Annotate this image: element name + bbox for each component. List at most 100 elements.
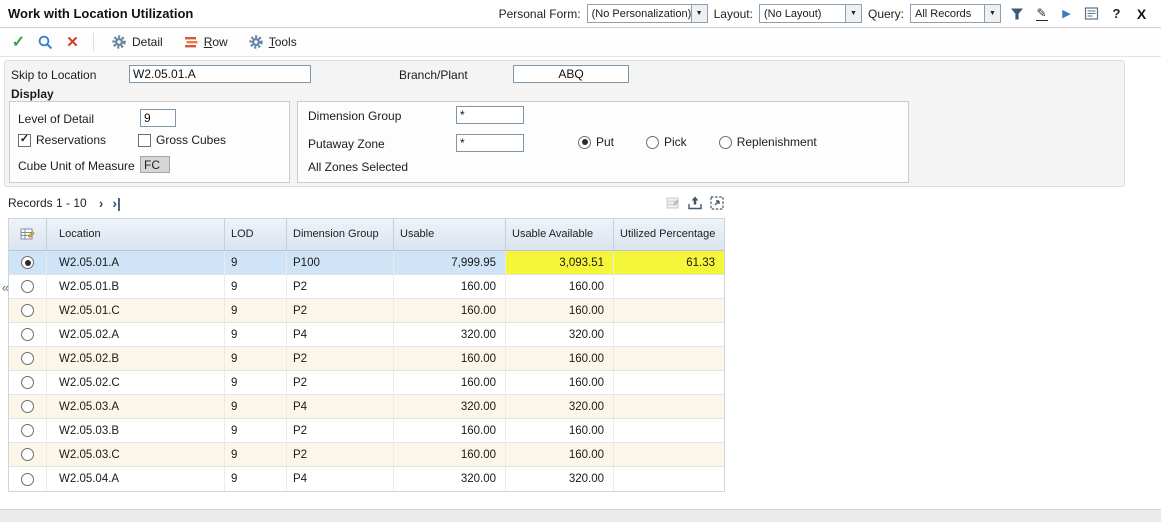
next-page-icon[interactable]: ›	[99, 196, 104, 210]
display-groupbox: Level of Detail Reservations Gross Cubes…	[9, 101, 290, 183]
dimension-group-cell: P2	[287, 443, 394, 466]
lod-cell: 9	[225, 371, 287, 394]
row-select-radio[interactable]	[21, 328, 34, 341]
zone-radio-pick[interactable]: Pick	[646, 135, 687, 149]
utilized-percentage-cell: 61.33	[614, 251, 724, 274]
row-select-radio[interactable]	[21, 304, 34, 317]
cancel-button[interactable]: ✕	[60, 30, 85, 55]
lod-cell: 9	[225, 347, 287, 370]
table-row[interactable]: W2.05.04.A 9 P4 320.00 320.00	[9, 467, 724, 491]
table-row[interactable]: W2.05.02.C 9 P2 160.00 160.00	[9, 371, 724, 395]
table-row[interactable]: W2.05.01.B 9 P2 160.00 160.00	[9, 275, 724, 299]
row-select-radio[interactable]	[21, 472, 34, 486]
row-select-radio[interactable]	[21, 448, 34, 461]
help-icon[interactable]: ?	[1107, 4, 1126, 23]
filter-icon[interactable]	[1007, 4, 1026, 23]
column-header-location[interactable]: Location	[47, 219, 225, 250]
form-report-icon[interactable]	[1082, 4, 1101, 23]
zones-groupbox: Dimension Group Putaway Zone Put Pick Repl…	[297, 101, 909, 183]
table-row[interactable]: W2.05.03.A 9 P4 320.00 320.00	[9, 395, 724, 419]
column-header-lod[interactable]: LOD	[225, 219, 287, 250]
query-select[interactable]: All Records ▼	[910, 4, 1001, 23]
edit-query-icon[interactable]: ✎	[1032, 4, 1051, 23]
column-header-usable-available[interactable]: Usable Available	[506, 219, 614, 250]
usable-cell: 320.00	[394, 323, 506, 346]
branch-plant-input[interactable]	[513, 65, 629, 83]
row-menu[interactable]: Row	[183, 34, 228, 50]
location-cell: W2.05.02.C	[47, 371, 225, 394]
dimension-group-cell: P4	[287, 395, 394, 418]
row-select-cell	[9, 275, 47, 298]
usable-available-cell: 160.00	[506, 371, 614, 394]
row-select-radio[interactable]	[21, 376, 34, 389]
skip-to-location-input[interactable]	[129, 65, 311, 83]
chevron-down-icon[interactable]: ▼	[844, 4, 862, 23]
chevron-glyph: ▼	[850, 10, 857, 17]
table-row[interactable]: W2.05.03.C 9 P2 160.00 160.00	[9, 443, 724, 467]
utilized-percentage-cell	[614, 419, 724, 442]
row-select-cell	[9, 371, 47, 394]
location-cell: W2.05.01.C	[47, 299, 225, 322]
records-count-label: Records 1 - 10	[8, 196, 87, 210]
close-window-icon[interactable]: X	[1132, 4, 1151, 23]
lod-cell: 9	[225, 299, 287, 322]
gross-cubes-checkbox[interactable]: Gross Cubes	[138, 133, 226, 147]
dimension-group-cell: P2	[287, 371, 394, 394]
chevron-down-icon[interactable]: ▼	[690, 4, 708, 23]
grid-body: W2.05.01.A 9 P100 7,999.95 3,093.51 61.3…	[9, 251, 724, 491]
tools-menu[interactable]: Tools	[248, 34, 297, 50]
all-zones-selected-label: All Zones Selected	[308, 160, 409, 174]
expand-grid-icon[interactable]	[708, 195, 725, 212]
usable-available-cell: 3,093.51	[506, 251, 614, 274]
level-of-detail-input[interactable]	[140, 109, 176, 127]
form-collapse-handle[interactable]: «	[0, 277, 11, 297]
usable-available-cell: 320.00	[506, 395, 614, 418]
table-row[interactable]: W2.05.01.A 9 P100 7,999.95 3,093.51 61.3…	[9, 251, 724, 275]
row-select-radio[interactable]	[21, 424, 34, 437]
ok-button[interactable]: ✓	[6, 30, 31, 55]
zone-radio-replenishment[interactable]: Replenishment	[718, 135, 817, 149]
title-bar: Work with Location Utilization Personal …	[0, 0, 1161, 28]
table-row[interactable]: W2.05.02.B 9 P2 160.00 160.00	[9, 347, 724, 371]
layout-select[interactable]: (No Layout) ▼	[758, 4, 862, 23]
cube-unit-of-measure-label: Cube Unit of Measure	[18, 159, 135, 173]
utilized-percentage-cell	[614, 323, 724, 346]
column-header-dimension-group[interactable]: Dimension Group	[287, 219, 394, 250]
table-row[interactable]: W2.05.01.C 9 P2 160.00 160.00	[9, 299, 724, 323]
usable-cell: 160.00	[394, 371, 506, 394]
row-select-cell	[9, 323, 47, 346]
personal-form-select[interactable]: (No Personalization) ▼	[586, 4, 708, 23]
dimension-group-cell: P100	[287, 251, 394, 274]
detail-menu[interactable]: Detail	[111, 34, 163, 50]
work-with-location-utilization-window: Work with Location Utilization Personal …	[0, 0, 1161, 522]
last-page-icon[interactable]: ›|	[112, 196, 121, 210]
grid-format-icon[interactable]	[664, 195, 681, 212]
find-button[interactable]	[33, 30, 58, 55]
grid-customize-header[interactable]	[9, 219, 47, 250]
row-select-radio[interactable]	[21, 256, 34, 269]
dimension-group-input[interactable]	[456, 106, 524, 124]
play-glyph: ▶	[1062, 8, 1071, 20]
chevron-down-icon[interactable]: ▼	[984, 4, 1001, 23]
row-select-radio[interactable]	[21, 280, 34, 293]
table-row[interactable]: W2.05.02.A 9 P4 320.00 320.00	[9, 323, 724, 347]
lod-cell: 9	[225, 467, 287, 491]
run-query-icon[interactable]: ▶	[1057, 4, 1076, 23]
checkbox-icon	[18, 133, 31, 147]
search-icon	[38, 35, 53, 49]
table-row[interactable]: W2.05.03.B 9 P2 160.00 160.00	[9, 419, 724, 443]
row-select-radio[interactable]	[21, 352, 34, 365]
column-header-usable[interactable]: Usable	[394, 219, 506, 250]
radio-icon	[578, 135, 591, 149]
row-select-radio[interactable]	[21, 400, 34, 413]
column-header-utilized-percentage[interactable]: Utilized Percentage	[614, 219, 724, 250]
help-glyph: ?	[1112, 6, 1121, 21]
utilized-percentage-cell	[614, 299, 724, 322]
row-select-cell	[9, 419, 47, 442]
reservations-checkbox[interactable]: Reservations	[18, 133, 106, 147]
zone-mode-group: Put Pick Replenishment	[578, 135, 817, 149]
zone-radio-put[interactable]: Put	[578, 135, 614, 149]
putaway-zone-input[interactable]	[456, 134, 524, 152]
dimension-group-cell: P4	[287, 323, 394, 346]
export-grid-icon[interactable]	[686, 195, 703, 212]
